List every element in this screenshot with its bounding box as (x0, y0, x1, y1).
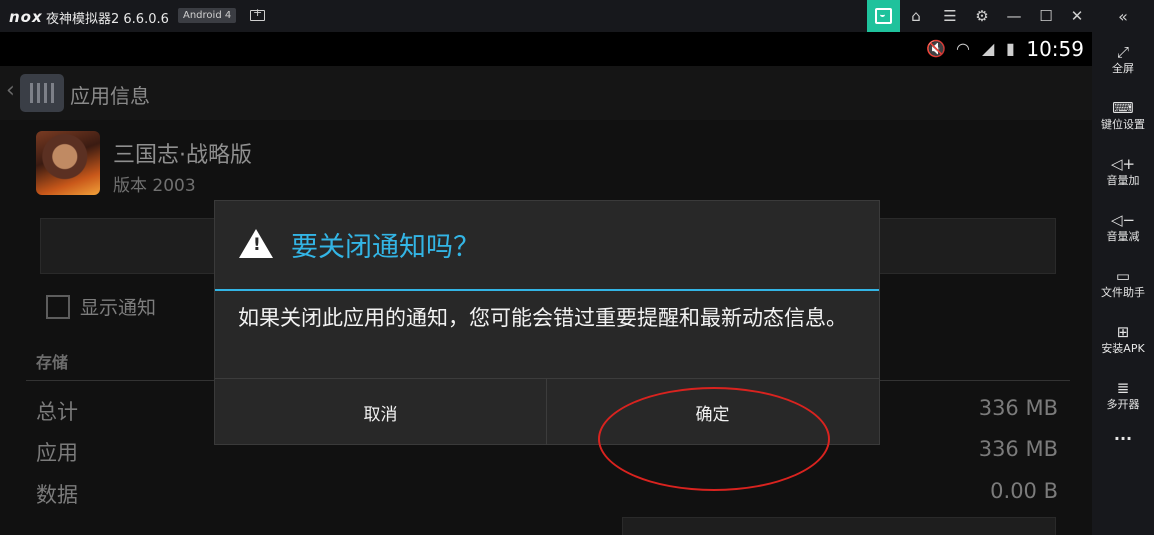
sidebar-item-fullscreen[interactable]: ⤢ 全屏 (1092, 42, 1154, 76)
sidebar-label: 全屏 (1112, 62, 1134, 75)
annotation-circle (598, 387, 830, 491)
settings-button[interactable]: ⚙ (966, 0, 998, 32)
storage-heading: 存储 (36, 353, 69, 372)
storage-row-label: 应用 (36, 441, 78, 465)
gear-icon: ⚙ (975, 7, 989, 25)
sidebar-item-volume-up[interactable]: ◁+ 音量加 (1092, 154, 1154, 188)
sidebar-item-more[interactable]: ··· (1092, 429, 1154, 448)
fullscreen-icon: ⤢ (1116, 43, 1129, 61)
minimize-button[interactable]: — (998, 0, 1030, 32)
sidebar-item-multi-instance[interactable]: ≣ 多开器 (1092, 378, 1154, 412)
android-statusbar: 🔇 ◠ ◢ ▮ 10:59 (0, 32, 1092, 66)
sidebar-item-keymapping[interactable]: ⌨ 键位设置 (1092, 98, 1154, 132)
storage-row-value: 336 MB (978, 437, 1058, 461)
file-helper-icon: ▭ (1115, 267, 1131, 285)
sidebar-item-volume-down[interactable]: ◁− 音量减 (1092, 210, 1154, 244)
menu-button[interactable]: ☰ (934, 0, 966, 32)
page-title: 应用信息 (70, 84, 150, 108)
storage-row-label: 数据 (36, 483, 78, 507)
signal-icon: ◢ (982, 39, 995, 58)
collapse-sidebar-icon: « (1118, 6, 1128, 26)
sidebar-label: 键位设置 (1101, 118, 1145, 131)
storage-row-value: 336 MB (978, 396, 1058, 420)
close-button[interactable]: ✕ (1061, 0, 1093, 32)
sidebar-label: 多开器 (1106, 398, 1140, 411)
show-notifications-checkbox[interactable] (46, 295, 70, 319)
show-notifications-label: 显示通知 (80, 297, 157, 319)
window-title: 夜神模拟器2 6.6.0.6 (46, 12, 169, 27)
cancel-button[interactable]: 取消 (215, 379, 547, 445)
apk-install-icon: ⊞ (1116, 323, 1130, 341)
more-icon: ··· (1113, 429, 1133, 448)
clear-data-button[interactable] (622, 517, 1056, 535)
store-button[interactable] (867, 0, 900, 32)
sidebar-item-file-helper[interactable]: ▭ 文件助手 (1092, 266, 1154, 300)
dialog-message: 如果关闭此应用的通知，您可能会错过重要提醒和最新动态信息。 (238, 306, 847, 330)
keyboard-icon[interactable] (250, 6, 265, 21)
skin-button[interactable]: ⌂ (900, 0, 932, 32)
settings-app-icon[interactable] (20, 74, 64, 112)
mute-icon: 🔇 (926, 39, 946, 58)
sidebar-label: 文件助手 (1101, 286, 1145, 299)
battery-icon: ▮ (1006, 39, 1015, 58)
maximize-button[interactable]: ☐ (1030, 0, 1062, 32)
minimize-icon: — (1006, 7, 1022, 25)
sidebar-item-install-apk[interactable]: ⊞ 安装APK (1092, 322, 1154, 356)
emulator-titlebar: nox 夜神模拟器2 6.6.0.6 Android 4 ⌂ ☰ ⚙ — ☐ ✕… (0, 0, 1154, 32)
maximize-icon: ☐ (1039, 7, 1053, 25)
app-version: 版本 2003 (113, 176, 196, 196)
android-version-badge: Android 4 (178, 8, 237, 23)
menu-icon: ☰ (943, 7, 957, 25)
sidebar-label: 音量减 (1106, 230, 1140, 243)
storage-row-value: 0.00 B (990, 479, 1058, 503)
skin-icon: ⌂ (911, 7, 921, 25)
dialog-title-divider (215, 289, 879, 291)
volume-down-icon: ◁− (1110, 211, 1136, 229)
app-info-actionbar: ‹ 应用信息 (0, 66, 1092, 120)
app-icon (36, 131, 100, 195)
keyboard-icon: ⌨ (1112, 99, 1134, 117)
nox-logo: nox (9, 8, 43, 26)
sidebar-label: 音量加 (1106, 174, 1140, 187)
clock: 10:59 (1026, 37, 1084, 61)
sidebar-label: 安装APK (1101, 342, 1145, 355)
warning-icon (239, 229, 273, 258)
storage-row-label: 总计 (36, 400, 78, 424)
dialog-title: 要关闭通知吗？ (291, 232, 480, 263)
volume-up-icon: ◁+ (1110, 155, 1136, 173)
multi-instance-icon: ≣ (1116, 379, 1130, 397)
app-name: 三国志·战略版 (113, 143, 252, 168)
back-chevron-icon[interactable]: ‹ (6, 78, 15, 103)
store-icon (875, 8, 892, 24)
emulator-sidebar: ⤢ 全屏 ⌨ 键位设置 ◁+ 音量加 ◁− 音量减 ▭ 文件助手 ⊞ 安装APK… (1092, 32, 1154, 535)
collapse-sidebar-button[interactable]: « (1092, 0, 1154, 32)
wifi-icon: ◠ (956, 39, 970, 58)
close-icon: ✕ (1070, 7, 1084, 25)
